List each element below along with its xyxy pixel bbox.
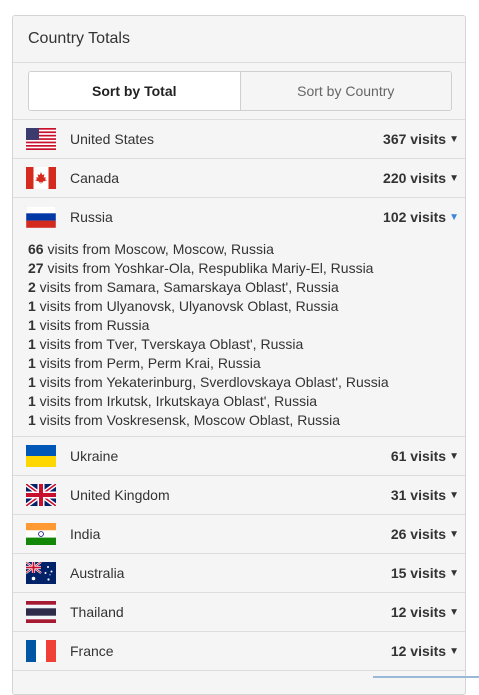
city-visit-count: 1 [28,393,36,409]
city-visit-count: 1 [28,374,36,390]
visit-count[interactable]: 26 visits ▼ [391,526,459,542]
caret-down-icon[interactable]: ▼ [449,529,459,540]
city-visit-count: 1 [28,317,36,333]
visit-count-label: 12 visits [390,643,447,659]
city-detail: 1 visits from Voskresensk, Moscow Oblast… [28,411,465,430]
city-detail: 1 visits from Tver, Tverskaya Oblast', R… [28,335,465,354]
country-name: United Kingdom [70,487,170,503]
sort-tabs-container: Sort by Total Sort by Country [13,63,465,120]
country-row-canada[interactable]: Canada 220 visits ▼ [13,159,465,198]
country-name: Canada [70,170,120,186]
country-row-australia[interactable]: Australia 15 visits ▼ [13,554,465,593]
city-visit-text: visits from Voskresensk, Moscow Oblast, … [35,412,340,428]
australia-flag-icon [26,562,56,584]
caret-down-icon[interactable]: ▼ [449,212,459,223]
caret-down-icon[interactable]: ▼ [449,607,459,618]
visit-count[interactable]: 367 visits ▼ [383,131,459,147]
russia-city-details: 66 visits from Moscow, Moscow, Russia 27… [13,236,465,437]
sort-tabs: Sort by Total Sort by Country [28,71,452,111]
country-name: United States [70,131,155,147]
city-visit-count: 1 [28,412,36,428]
visit-count-label: 31 visits [390,487,447,503]
country-name: Ukraine [70,448,119,464]
city-visit-count: 1 [28,298,36,314]
ukraine-flag-icon [26,445,56,467]
canada-flag-icon [26,167,56,189]
country-totals-panel: Country Totals Sort by Total Sort by Cou… [12,15,466,695]
city-visit-count: 66 [28,241,44,257]
city-detail: 1 visits from Ulyanovsk, Ulyanovsk Oblas… [28,297,465,316]
city-visit-text: visits from Tver, Tverskaya Oblast', Rus… [35,336,304,352]
city-detail: 2 visits from Samara, Samarskaya Oblast'… [28,278,465,297]
country-group-russia: Russia 102 visits ▼ 66 visits from Moscow… [13,198,465,437]
visit-count-label: 15 visits [390,565,447,581]
country-row-russia[interactable]: Russia 102 visits ▼ [13,198,465,236]
visit-count[interactable]: 12 visits ▼ [391,604,459,620]
city-visit-text: visits from Yekaterinburg, Sverdlovskaya… [35,374,389,390]
city-visit-count: 1 [28,355,36,371]
country-row-united-kingdom[interactable]: United Kingdom 31 visits ▼ [13,476,465,515]
visit-count[interactable]: 102 visits ▼ [383,209,459,225]
uk-flag-icon [26,484,56,506]
caret-down-icon[interactable]: ▼ [449,490,459,501]
visit-count-label: 61 visits [390,448,447,464]
tab-sort-by-country[interactable]: Sort by Country [240,72,451,110]
city-visit-text: visits from Yoshkar-Ola, Respublika Mari… [43,260,374,276]
caret-down-icon[interactable]: ▼ [449,568,459,579]
country-row-united-states[interactable]: United States 367 visits ▼ [13,120,465,159]
city-visit-text: visits from Russia [35,317,150,333]
country-name: Russia [70,209,113,225]
country-row-india[interactable]: India 26 visits ▼ [13,515,465,554]
tab-sort-by-total[interactable]: Sort by Total [29,72,241,110]
city-detail: 1 visits from Russia [28,316,465,335]
caret-down-icon[interactable]: ▼ [449,173,459,184]
city-detail: 1 visits from Yekaterinburg, Sverdlovska… [28,373,465,392]
russia-flag-icon [26,206,56,228]
city-detail: 1 visits from Perm, Perm Krai, Russia [28,354,465,373]
city-visit-text: visits from Perm, Perm Krai, Russia [35,355,261,371]
visit-count-label: 220 visits [383,170,447,186]
country-row-ukraine[interactable]: Ukraine 61 visits ▼ [13,437,465,476]
country-row-france[interactable]: France 12 visits ▼ [13,632,465,671]
visit-count[interactable]: 220 visits ▼ [383,170,459,186]
visit-count[interactable]: 61 visits ▼ [391,448,459,464]
panel-title: Country Totals [13,16,465,63]
france-flag-icon [26,640,56,662]
visit-count[interactable]: 15 visits ▼ [391,565,459,581]
visit-count[interactable]: 31 visits ▼ [391,487,459,503]
caret-down-icon[interactable]: ▼ [449,646,459,657]
visit-count-label: 367 visits [383,131,447,147]
country-name: France [70,643,114,659]
city-visit-text: visits from Samara, Samarskaya Oblast', … [35,279,339,295]
city-visit-text: visits from Irkutsk, Irkutskaya Oblast',… [35,393,317,409]
us-flag-icon [26,128,56,150]
city-detail: 66 visits from Moscow, Moscow, Russia [28,240,465,259]
city-visit-text: visits from Ulyanovsk, Ulyanovsk Oblast,… [35,298,339,314]
caret-down-icon[interactable]: ▼ [449,134,459,145]
city-visit-text: visits from Moscow, Moscow, Russia [43,241,274,257]
thailand-flag-icon [26,601,56,623]
city-detail: 27 visits from Yoshkar-Ola, Respublika M… [28,259,465,278]
city-visit-count: 27 [28,260,44,276]
city-detail: 1 visits from Irkutsk, Irkutskaya Oblast… [28,392,465,411]
country-name: India [70,526,101,542]
visit-count[interactable]: 12 visits ▼ [391,643,459,659]
visit-count-label: 12 visits [390,604,447,620]
caret-down-icon[interactable]: ▼ [449,451,459,462]
visit-count-label: 26 visits [390,526,447,542]
india-flag-icon [26,523,56,545]
country-name: Australia [70,565,125,581]
visit-count-label: 102 visits [383,209,447,225]
country-row-thailand[interactable]: Thailand 12 visits ▼ [13,593,465,632]
country-name: Thailand [70,604,124,620]
city-visit-count: 1 [28,336,36,352]
city-visit-count: 2 [28,279,36,295]
